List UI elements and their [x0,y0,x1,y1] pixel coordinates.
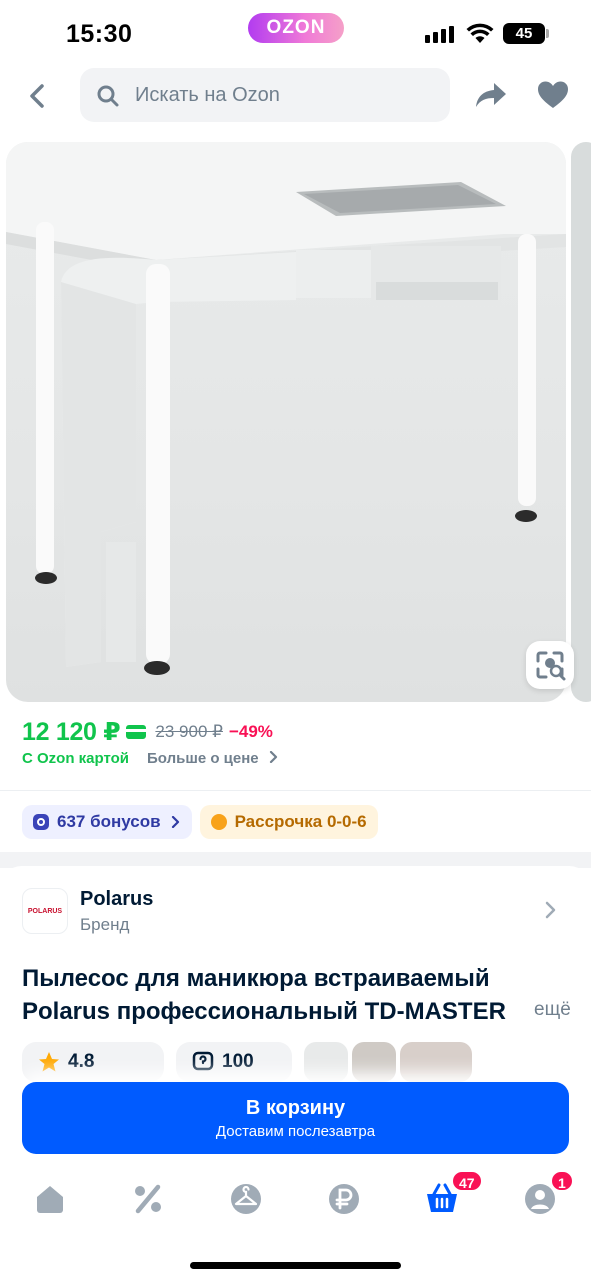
visual-search-button[interactable] [526,641,574,689]
discount-percent: −49% [228,722,273,741]
question-icon [192,1051,214,1071]
status-bar: 15:30 OZON 45 [0,0,591,66]
rating-value: 4.8 [68,1051,95,1072]
installment-chip-label: Рассрочка 0-0-6 [234,812,367,831]
installment-chip[interactable]: Рассрочка 0-0-6 [199,805,378,839]
price-row: 12 120 ₽ 23 900 ₽ −49% [22,716,273,748]
battery-tip [546,29,549,38]
ozon-logo-pill: OZON [248,13,344,43]
ozon-card-icon [126,725,147,739]
battery-icon: 45 [503,23,545,44]
heart-icon[interactable] [537,80,569,110]
chevron-right-icon[interactable] [543,900,559,920]
questions-count: 100 [222,1051,254,1072]
more-about-price-label: Больше о цене [147,750,259,767]
brand-logo-text: POLARUS [27,907,63,915]
installment-icon [210,814,227,830]
bonus-chip-label: 637 бонусов [57,812,161,831]
top-bar: Искать на Ozon [0,66,591,126]
review-photo[interactable] [304,1042,348,1082]
old-price: 23 900 ₽ [155,722,223,741]
search-placeholder: Искать на Ozon [135,84,280,106]
percent-icon[interactable] [131,1182,165,1216]
back-arrow-icon[interactable] [20,78,56,114]
search-input[interactable]: Искать на Ozon [80,68,450,122]
ruble-icon[interactable] [327,1182,361,1216]
with-ozon-card-label: С Ozon картой [22,750,130,767]
brand-label: Бренд [80,915,130,934]
chevron-right-icon [171,816,179,828]
product-image [6,142,566,675]
current-price: 12 120 ₽ [22,718,121,746]
star-icon [39,1052,59,1072]
home-icon[interactable] [33,1182,67,1216]
home-indicator [190,1262,401,1269]
add-to-cart-label: В корзину [245,1097,346,1119]
delivery-label: Доставим послезавтра [215,1123,376,1140]
brand-logo[interactable]: POLARUS [22,888,68,934]
divider [0,790,591,791]
questions-chip[interactable]: 100 [176,1042,292,1082]
more-about-price-link[interactable]: Больше о цене [147,750,279,767]
status-time: 15:30 [66,20,133,48]
share-icon[interactable] [474,80,508,110]
brand-name[interactable]: Polarus [80,888,153,911]
title-more-link[interactable]: ещё [528,999,571,1021]
price-subline: С Ozon картой Больше о цене [22,750,279,767]
chips-row: 637 бонусов Рассрочка 0-0-6 [22,805,378,839]
bonus-chip[interactable]: 637 бонусов [22,805,192,839]
product-stats: 4.8 100 [22,1042,292,1082]
visual-search-icon [536,651,566,681]
wifi-icon [466,23,494,43]
add-to-cart-button[interactable]: В корзину Доставим послезавтра [22,1082,569,1154]
review-photos [304,1042,472,1082]
notifications-badge: 1 [550,1170,574,1192]
chevron-right-icon [269,750,277,764]
product-title: Пылесос для маникюра встраиваемый Polaru… [22,965,506,1025]
cart-count-badge: 47 [451,1170,483,1192]
rating-chip[interactable]: 4.8 [22,1042,164,1082]
hanger-icon[interactable] [229,1182,263,1216]
review-photo[interactable] [352,1042,396,1082]
bonus-icon [33,814,49,830]
search-icon [97,85,119,107]
review-photo[interactable] [400,1042,472,1082]
signal-icon [425,26,454,43]
product-gallery[interactable] [6,142,566,702]
next-gallery-image[interactable] [571,142,591,702]
